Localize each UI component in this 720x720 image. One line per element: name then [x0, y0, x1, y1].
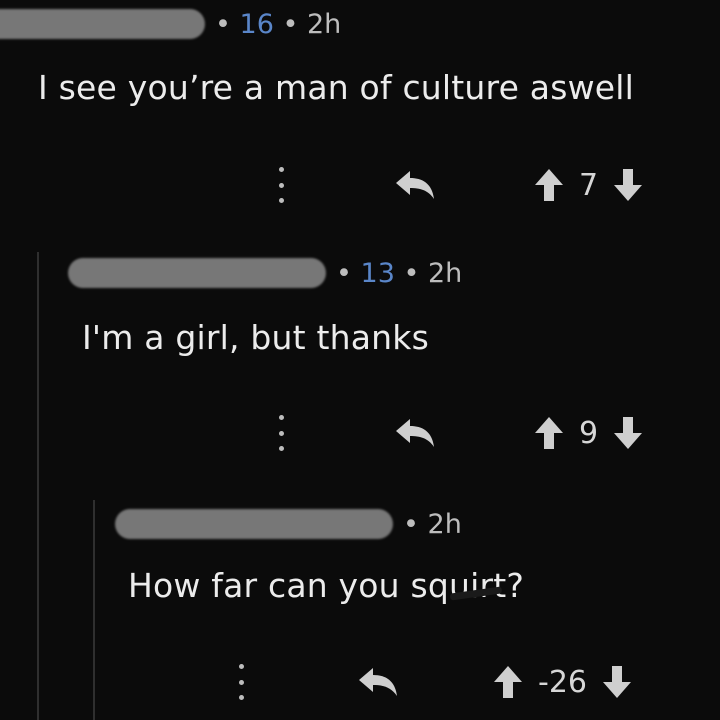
more-options-button[interactable]	[276, 167, 286, 203]
reply-button[interactable]	[393, 165, 437, 205]
vote-controls: -26	[492, 662, 633, 702]
meta-separator: •	[282, 8, 307, 40]
kebab-dot	[278, 430, 284, 436]
kebab-dot	[238, 679, 244, 685]
meta-separator: •	[403, 508, 428, 540]
kebab-dot	[278, 446, 284, 451]
downvote-arrow-icon[interactable]	[612, 167, 644, 203]
downvote-arrow-icon[interactable]	[601, 664, 633, 700]
redacted-username	[115, 509, 393, 539]
vote-count: 7	[579, 167, 599, 203]
kebab-dot	[278, 415, 284, 420]
comment-time: 2h	[306, 8, 342, 40]
comment-3-body: How far can you squirt?	[128, 566, 525, 605]
vote-count: -26	[538, 664, 587, 700]
redacted-username	[68, 258, 326, 288]
comment-2-body: I'm a girl, but thanks	[82, 318, 429, 357]
downvote-arrow-icon[interactable]	[612, 415, 644, 451]
comment-time: 2h	[427, 508, 462, 540]
reply-button[interactable]	[356, 662, 400, 702]
vote-controls: 9	[533, 413, 644, 453]
more-options-button[interactable]	[276, 415, 286, 451]
comment-1-meta-text: • 16 • 2h	[215, 9, 341, 40]
reply-arrow-icon	[359, 668, 397, 696]
redacted-username	[0, 9, 205, 39]
upvote-arrow-icon[interactable]	[492, 664, 524, 700]
comment-1-body: I see you’re a man of culture aswell	[38, 68, 635, 107]
comment-2-meta-text: • 13 • 2h	[336, 258, 462, 289]
kebab-dot	[278, 167, 284, 172]
meta-separator: •	[336, 257, 361, 289]
kebab-dot	[238, 695, 244, 700]
kebab-dot	[278, 198, 284, 203]
comment-2-meta: • 13 • 2h	[68, 255, 462, 291]
thread-line-level-2[interactable]	[93, 500, 95, 720]
kebab-dot	[238, 664, 244, 669]
reply-arrow-icon	[396, 171, 434, 199]
reply-button[interactable]	[393, 413, 437, 453]
user-score: 16	[239, 8, 274, 40]
comment-1-meta: • 16 • 2h	[0, 6, 341, 42]
user-score: 13	[360, 257, 395, 289]
vote-controls: 7	[533, 165, 644, 205]
upvote-arrow-icon[interactable]	[533, 167, 565, 203]
kebab-dot	[278, 182, 284, 188]
comment-3-meta-text: • 2h	[403, 509, 462, 540]
comment-time: 2h	[427, 257, 463, 289]
thread-line-level-1[interactable]	[37, 252, 39, 720]
meta-separator: •	[403, 257, 428, 289]
meta-separator: •	[215, 8, 240, 40]
vote-count: 9	[579, 415, 599, 451]
reply-arrow-icon	[396, 419, 434, 447]
comment-3-meta: • 2h	[115, 506, 462, 542]
more-options-button[interactable]	[236, 664, 246, 700]
upvote-arrow-icon[interactable]	[533, 415, 565, 451]
